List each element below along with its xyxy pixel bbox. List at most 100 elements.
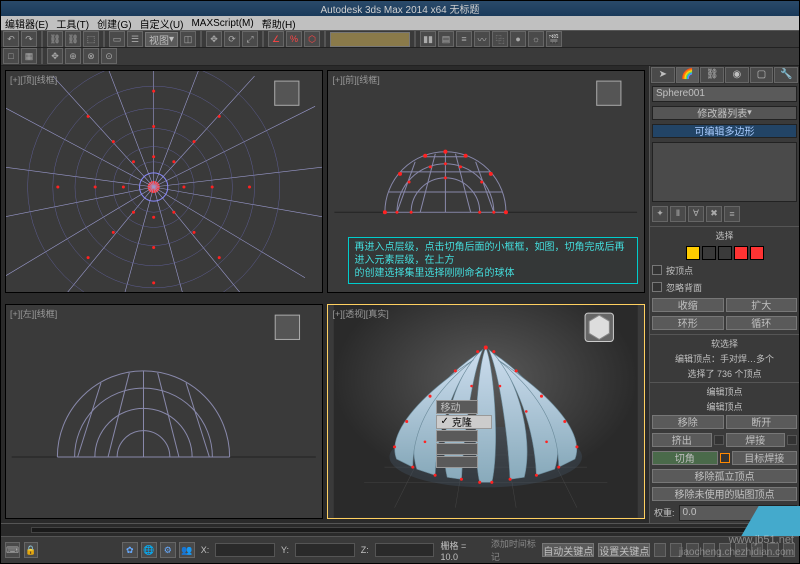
object-name-field[interactable]: Sphere001 (652, 86, 797, 102)
modifier-stack[interactable] (652, 142, 797, 202)
move-button[interactable]: ✥ (206, 31, 222, 47)
viewport-perspective[interactable]: [+][透视][真实] (327, 304, 645, 519)
menu-edit[interactable]: 编辑器(E) (5, 16, 48, 31)
grow-button[interactable]: 扩大 (726, 298, 798, 312)
axis-x-button[interactable]: ⊕ (65, 48, 81, 64)
viewport-top-label[interactable]: [+][顶][线框] (10, 73, 57, 86)
weld-settings[interactable] (787, 435, 797, 445)
paw-icon[interactable]: ✿ (122, 542, 138, 558)
selection-filter-dropdown[interactable]: 视图 ▾ (145, 32, 178, 47)
layers-button[interactable]: ≡ (456, 31, 472, 47)
viewport-left-label[interactable]: [+][左][线框] (10, 307, 57, 320)
sel-lock-button[interactable]: ▦ (21, 48, 37, 64)
quad-item-5[interactable] (436, 456, 478, 468)
axis-y-button[interactable]: ⊗ (83, 48, 99, 64)
undo-button[interactable]: ↶ (3, 31, 19, 47)
remove-button[interactable]: 移除 (652, 415, 724, 429)
subobj-polygon[interactable] (734, 246, 748, 260)
subobj-edge[interactable] (702, 246, 716, 260)
render-button[interactable]: 🎬 (546, 31, 562, 47)
shrink-button[interactable]: 收缩 (652, 298, 724, 312)
weld-button[interactable]: 焊接 (726, 433, 786, 447)
selection-rollout-header[interactable]: 选择 (650, 226, 799, 244)
subobj-vertex[interactable] (686, 246, 700, 260)
viewport-front[interactable]: [+][前][线框] 再进入点层级，点击切角后面的小框框，如图，切角完成后再进入… (327, 70, 645, 294)
align-button[interactable]: ▤ (438, 31, 454, 47)
select-button[interactable]: ▭ (109, 31, 125, 47)
remove-iso-button[interactable]: 移除孤立顶点 (652, 469, 797, 483)
menu-maxscript[interactable]: MAXScript(M) (191, 18, 253, 29)
hierarchy-tab[interactable]: ⛓ (700, 67, 724, 83)
transform-center-button[interactable]: ✥ (47, 48, 63, 64)
break-button[interactable]: 断开 (726, 415, 798, 429)
scale-button[interactable]: ⤢ (242, 31, 258, 47)
maxscript-mini-button[interactable]: ⌨ (5, 542, 20, 558)
chamfer-settings[interactable] (720, 453, 730, 463)
quad-clone[interactable]: ✓ 克隆 (436, 415, 492, 429)
menu-help[interactable]: 帮助(H) (262, 16, 296, 31)
time-slider[interactable] (1, 523, 799, 536)
link-button[interactable]: ⛓ (47, 31, 63, 47)
subobj-border[interactable] (718, 246, 732, 260)
subobj-element[interactable] (750, 246, 764, 260)
modify-tab[interactable]: 🌈 (676, 67, 700, 83)
pin-stack-button[interactable]: ✦ (652, 206, 668, 222)
rotate-button[interactable]: ⟳ (224, 31, 240, 47)
coord-x[interactable] (215, 543, 275, 557)
viewport-front-label[interactable]: [+][前][线框] (332, 73, 379, 86)
menu-tools[interactable]: 工具(T) (56, 16, 89, 31)
lock-selection-button[interactable]: 🔒 (24, 542, 38, 558)
setkey-button[interactable]: 设置关键点 (598, 543, 650, 557)
autokey-button[interactable]: 自动关键点 (542, 543, 594, 557)
menu-customize[interactable]: 自定义(U) (140, 16, 184, 31)
viewport-top[interactable]: [+][顶][线框] (5, 70, 323, 294)
remove-mod-button[interactable]: ✖ (706, 206, 722, 222)
schematic-button[interactable]: ⿻ (492, 31, 508, 47)
material-editor-button[interactable]: ● (510, 31, 526, 47)
mirror-button[interactable]: ▮▮ (420, 31, 436, 47)
by-vertex-check[interactable] (652, 265, 662, 275)
target-weld-button[interactable]: 目标焊接 (732, 451, 798, 465)
curve-editor-button[interactable]: 〰 (474, 31, 490, 47)
named-selection-set[interactable] (330, 32, 410, 47)
quad-item-3[interactable] (436, 430, 478, 442)
quad-menu[interactable]: 移动 ✓ 克隆 (436, 400, 492, 468)
display-tab[interactable]: ▢ (750, 67, 774, 83)
viewport-left[interactable]: [+][左][线框] (5, 304, 323, 519)
modifier-list-dropdown[interactable]: 修改器列表 ▾ (652, 106, 797, 120)
softsel-rollout-header[interactable]: 软选择 (650, 334, 799, 352)
quad-move[interactable]: 移动 (436, 400, 478, 414)
ignore-backface-check[interactable] (652, 282, 662, 292)
show-end-button[interactable]: Ⅱ (670, 206, 686, 222)
loop-button[interactable]: 循环 (726, 316, 798, 330)
unlink-button[interactable]: ⛓ (65, 31, 81, 47)
extrude-settings[interactable] (714, 435, 724, 445)
create-tab[interactable]: ➤ (651, 67, 675, 83)
editvert-rollout-header[interactable]: 编辑顶点 (650, 382, 799, 400)
snap-percent-button[interactable]: % (286, 31, 302, 47)
bind-button[interactable]: ⬚ (83, 31, 99, 47)
coord-z[interactable] (375, 543, 435, 557)
earth-icon[interactable]: 🌐 (141, 542, 157, 558)
menu-create[interactable]: 创建(G) (97, 16, 131, 31)
iso-sel-button[interactable]: □ (3, 48, 19, 64)
redo-button[interactable]: ↷ (21, 31, 37, 47)
snap-spinner-button[interactable]: ⬡ (304, 31, 320, 47)
snap-angle-button[interactable]: ∠ (268, 31, 284, 47)
people-icon[interactable]: 👥 (179, 542, 195, 558)
chamfer-button[interactable]: 切角 (652, 451, 718, 465)
ring-button[interactable]: 环形 (652, 316, 724, 330)
make-unique-button[interactable]: ∀ (688, 206, 704, 222)
remove-unused-button[interactable]: 移除未使用的贴图顶点 (652, 487, 797, 501)
configure-button[interactable]: ≡ (724, 206, 740, 222)
viewport-persp-label[interactable]: [+][透视][真实] (332, 307, 388, 320)
coord-y[interactable] (295, 543, 355, 557)
add-time-tag[interactable]: 添加时间标记 (489, 537, 538, 563)
extrude-button[interactable]: 挤出 (652, 433, 712, 447)
modifier-editable-poly[interactable]: 可编辑多边形 (652, 124, 797, 138)
goto-start-button[interactable] (654, 543, 666, 557)
axis-z-button[interactable]: ⊙ (101, 48, 117, 64)
utilities-tab[interactable]: 🔧 (774, 67, 798, 83)
motion-tab[interactable]: ◉ (725, 67, 749, 83)
render-setup-button[interactable]: ☼ (528, 31, 544, 47)
